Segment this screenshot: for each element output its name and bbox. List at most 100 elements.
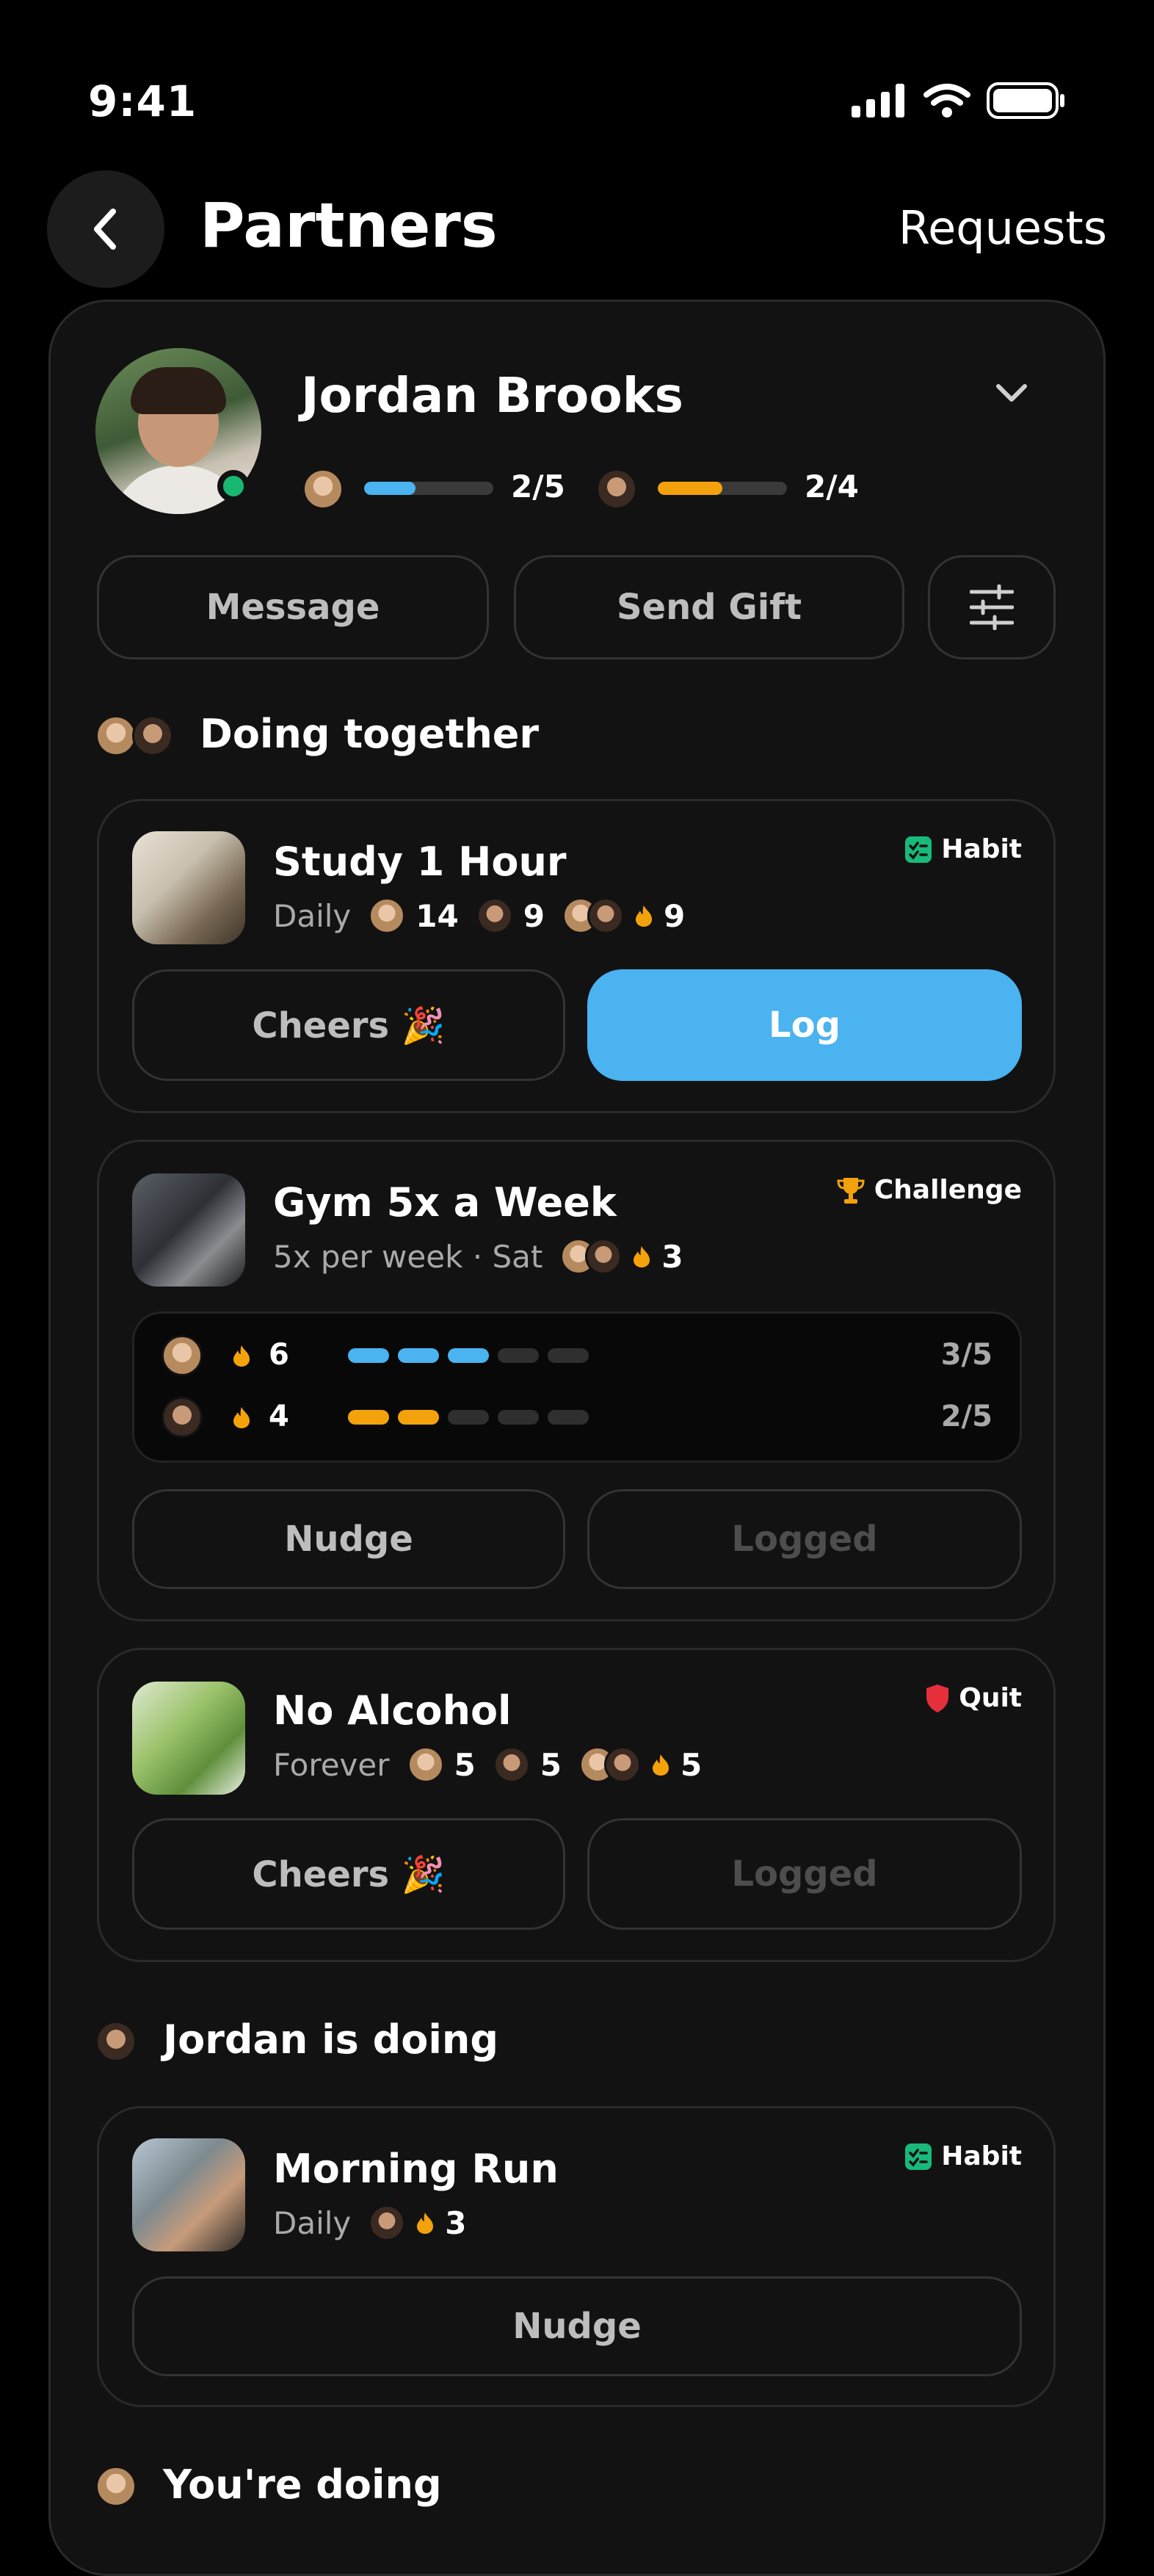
page-title: Partners	[200, 189, 498, 261]
challenge-segments-jordan	[348, 1410, 598, 1428]
status-icons	[852, 82, 1066, 119]
avatar-you	[95, 715, 137, 756]
progress-bar-you	[364, 482, 493, 495]
progress-segment	[548, 1348, 589, 1363]
streak-together: 3	[661, 1238, 683, 1275]
progress-segment	[448, 1348, 489, 1363]
progress-segment	[348, 1410, 389, 1425]
challenge-title: Gym 5x a Week	[273, 1179, 617, 1226]
flame-icon	[635, 905, 652, 927]
shield-icon	[926, 1684, 949, 1712]
send-gift-button[interactable]: Send Gift	[514, 555, 904, 659]
challenge-segments-you	[348, 1348, 598, 1366]
quit-tag-label: Quit	[959, 1683, 1022, 1713]
wifi-icon	[923, 84, 970, 117]
quit-meta: Forever 5 5 5	[273, 1746, 702, 1783]
challenge-frequency: 5x per week · Sat	[273, 1238, 543, 1275]
trophy-icon	[837, 1177, 865, 1204]
online-status-dot	[217, 470, 250, 502]
progress-fill-jordan	[658, 482, 722, 495]
signal-icon	[852, 84, 904, 117]
avatar-jordan	[587, 897, 624, 934]
avatar-you	[369, 897, 406, 934]
progress-segment	[448, 1410, 489, 1425]
habit-meta: Daily 14 9 9	[273, 897, 685, 934]
habit-frequency: Daily	[273, 2204, 352, 2241]
avatar-jordan	[369, 2204, 406, 2241]
avatar-jordan	[493, 1746, 530, 1783]
section-title-jordan: Jordan is doing	[163, 2016, 498, 2063]
habit-thumbnail	[132, 831, 245, 944]
challenge-streak-you: 6	[269, 1338, 289, 1372]
sliders-icon	[970, 585, 1014, 630]
avatar-jordan	[603, 1746, 641, 1783]
flame-icon	[652, 1754, 669, 1776]
avatar-you	[95, 2466, 137, 2507]
flame-icon	[233, 1407, 250, 1428]
nudge-button[interactable]: Nudge	[132, 2276, 1022, 2376]
avatar-you	[407, 1746, 444, 1783]
section-title-together: Doing together	[200, 711, 540, 757]
progress-label-jordan: 2/4	[805, 468, 859, 504]
progress-segment	[498, 1348, 539, 1363]
progress-fill-you	[364, 482, 416, 495]
flame-icon	[634, 1246, 650, 1267]
habit-meta: Daily 3	[273, 2204, 467, 2241]
habit-title: Study 1 Hour	[273, 839, 567, 885]
logged-button[interactable]: Logged	[587, 1489, 1022, 1589]
challenge-streak-jordan: 4	[269, 1400, 289, 1433]
streak-jordan: 3	[445, 2204, 467, 2241]
streak-you: 14	[415, 897, 459, 934]
flame-icon	[233, 1345, 250, 1367]
quit-frequency: Forever	[273, 1746, 390, 1783]
nudge-button[interactable]: Nudge	[132, 1489, 565, 1589]
section-title-you: You're doing	[163, 2461, 442, 2508]
challenge-tag-label: Challenge	[874, 1175, 1022, 1205]
challenge-score-you: 3/5	[940, 1338, 992, 1372]
quit-title: No Alcohol	[273, 1687, 512, 1734]
chevron-down-icon	[996, 384, 1027, 402]
challenge-score-jordan: 2/5	[940, 1400, 992, 1433]
expand-button[interactable]	[994, 382, 1029, 407]
habit-tag: Habit	[904, 834, 1022, 864]
challenge-thumbnail	[132, 1173, 245, 1287]
streak-jordan: 9	[523, 897, 545, 934]
habit-tag-label: Habit	[941, 834, 1022, 864]
habit-thumbnail	[132, 2138, 245, 2251]
habit-tag-label: Habit	[941, 2141, 1022, 2171]
logged-button[interactable]: Logged	[587, 1818, 1022, 1930]
settings-button[interactable]	[928, 555, 1056, 659]
battery-icon	[987, 82, 1064, 119]
progress-segment	[348, 1348, 389, 1363]
chevron-left-icon	[94, 209, 116, 250]
progress-segment	[498, 1410, 539, 1425]
cheers-button[interactable]: Cheers 🎉	[132, 969, 565, 1081]
avatar-jordan	[95, 2021, 137, 2062]
habit-title: Morning Run	[273, 2146, 559, 2192]
streak-together: 9	[663, 897, 686, 934]
avatar-jordan	[162, 1397, 203, 1438]
habit-icon	[905, 2143, 932, 2170]
streak-you: 5	[454, 1746, 476, 1783]
requests-link[interactable]: Requests	[899, 201, 1107, 255]
challenge-tag: Challenge	[836, 1175, 1022, 1205]
streak-together: 5	[680, 1746, 703, 1783]
quit-thumbnail	[132, 1682, 245, 1795]
avatar-you	[162, 1335, 203, 1376]
avatar-you	[302, 468, 344, 510]
avatar-jordan	[585, 1238, 623, 1275]
back-button[interactable]	[47, 170, 164, 288]
progress-segment	[548, 1410, 589, 1425]
habit-tag: Habit	[904, 2141, 1022, 2171]
progress-label-you: 2/5	[511, 468, 565, 504]
quit-tag: Quit	[925, 1683, 1022, 1713]
message-button[interactable]: Message	[97, 555, 489, 659]
partner-name: Jordan Brooks	[301, 367, 683, 424]
cheers-button[interactable]: Cheers 🎉	[132, 1818, 565, 1930]
progress-bar-jordan	[658, 482, 787, 495]
log-button[interactable]: Log	[587, 969, 1022, 1081]
challenge-progress-panel	[132, 1311, 1022, 1463]
avatar-jordan	[596, 468, 637, 510]
challenge-meta: 5x per week · Sat 3	[273, 1238, 683, 1275]
progress-segment	[398, 1410, 439, 1425]
